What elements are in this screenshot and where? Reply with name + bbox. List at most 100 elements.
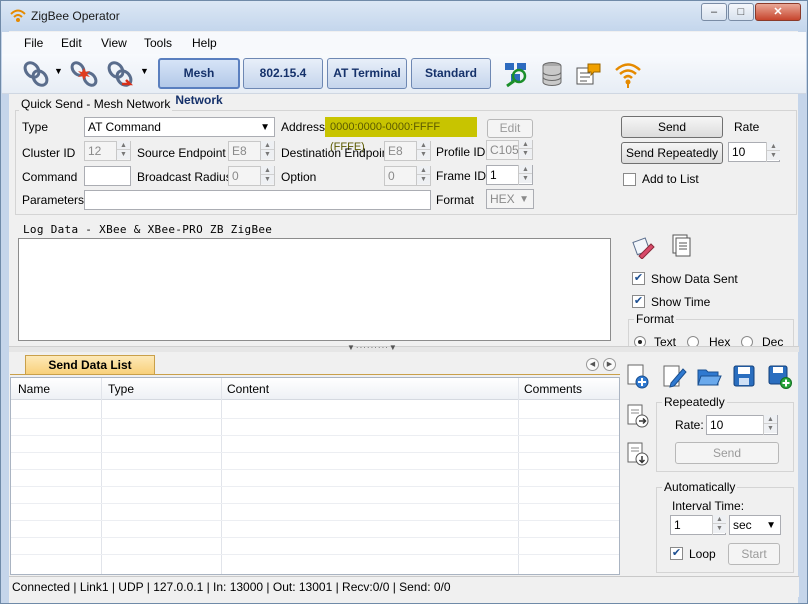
rate-label: Rate — [734, 120, 760, 134]
log-title: Log Data - XBee & XBee-PRO ZB ZigBee — [23, 223, 273, 236]
status-bar: Connected | Link1 | UDP | 127.0.0.1 | In… — [9, 576, 799, 597]
spin-down-icon[interactable]: ▼ — [767, 151, 780, 160]
destination-endpoint-stepper[interactable]: ▲ ▼ — [416, 141, 430, 161]
source-endpoint-stepper[interactable]: ▲ ▼ — [260, 141, 274, 161]
send-button[interactable]: Send — [621, 116, 723, 138]
menu-help[interactable]: Help — [192, 36, 217, 50]
mode-at-terminal-button[interactable]: AT Terminal — [327, 58, 407, 89]
maximize-button[interactable]: □ — [728, 3, 754, 21]
profile-id-stepper[interactable]: ▲ ▼ — [518, 140, 532, 160]
cluster-id-label: Cluster ID — [22, 146, 76, 160]
window-frame-right — [798, 31, 807, 603]
command-input[interactable] — [84, 166, 131, 186]
add-to-list-checkbox[interactable] — [623, 173, 636, 186]
destination-endpoint-label: Destination Endpoint — [281, 146, 392, 160]
add-item-icon[interactable] — [625, 363, 651, 389]
spin-down-icon[interactable]: ▼ — [764, 424, 777, 433]
format-select[interactable]: HEX ▼ — [486, 189, 534, 209]
mode-mesh-network-button[interactable]: Mesh Network — [158, 58, 240, 107]
spin-up-icon[interactable]: ▲ — [764, 415, 777, 424]
connect-dropdown-icon[interactable]: ▼ — [54, 66, 63, 76]
import-item-icon[interactable] — [625, 441, 651, 467]
show-time-checkbox[interactable]: ✔ — [632, 295, 645, 308]
spin-down-icon[interactable]: ▼ — [261, 150, 274, 159]
cluster-id-value: 12 — [88, 144, 102, 158]
app-window: ZigBee Operator – □ ✕ File Edit View Too… — [0, 0, 808, 604]
log-format-title: Format — [634, 312, 677, 326]
mode-standard-button[interactable]: Standard — [411, 58, 491, 89]
disconnect-icon[interactable] — [70, 60, 98, 88]
minimize-button[interactable]: – — [701, 3, 727, 21]
option-stepper[interactable]: ▲ ▼ — [416, 166, 430, 186]
log-data-area[interactable] — [18, 238, 611, 341]
toolbar: ▼ ▼ Mesh Network 802.15.4 AT Terminal St… — [2, 54, 806, 107]
network-scan-icon[interactable] — [502, 60, 530, 88]
column-comments[interactable]: Comments — [524, 382, 582, 396]
start-button[interactable]: Start — [728, 543, 780, 565]
broadcast-radius-stepper[interactable]: ▲ ▼ — [260, 166, 274, 186]
interval-stepper[interactable]: ▲ ▼ — [712, 515, 726, 535]
menu-edit[interactable]: Edit — [61, 36, 82, 50]
parameters-input[interactable] — [84, 190, 431, 210]
column-name[interactable]: Name — [18, 382, 50, 396]
tab-send-data-list[interactable]: Send Data List — [25, 355, 155, 375]
spin-down-icon[interactable]: ▼ — [713, 524, 726, 533]
cluster-id-stepper[interactable]: ▲ ▼ — [116, 141, 130, 161]
save-log-icon[interactable] — [669, 233, 693, 257]
tab-scroll-right-icon[interactable]: ▶ — [603, 358, 616, 371]
mode-802154-button[interactable]: 802.15.4 — [243, 58, 323, 89]
rate-stepper[interactable]: ▲ ▼ — [766, 142, 780, 162]
splitter-grip-icon[interactable]: ▼·········▼ — [347, 343, 398, 352]
column-type[interactable]: Type — [108, 382, 134, 396]
spin-down-icon[interactable]: ▼ — [117, 150, 130, 159]
xbee-config-icon[interactable] — [574, 60, 602, 88]
spin-up-icon[interactable]: ▲ — [417, 166, 430, 175]
spin-up-icon[interactable]: ▲ — [519, 165, 532, 174]
send-repeatedly-button[interactable]: Send Repeatedly — [621, 142, 723, 164]
show-data-sent-checkbox[interactable]: ✔ — [632, 272, 645, 285]
save-as-icon[interactable] — [767, 363, 793, 389]
spin-up-icon[interactable]: ▲ — [519, 140, 532, 149]
chevron-down-icon: ▼ — [766, 520, 776, 531]
reconnect-icon[interactable] — [106, 60, 134, 88]
spin-down-icon[interactable]: ▼ — [417, 150, 430, 159]
edit-item-icon[interactable] — [661, 363, 687, 389]
open-folder-icon[interactable] — [696, 363, 722, 389]
spin-down-icon[interactable]: ▼ — [519, 174, 532, 183]
send-item-icon[interactable] — [625, 403, 651, 429]
frame-id-stepper[interactable]: ▲ ▼ — [518, 165, 532, 185]
address-field[interactable]: 0000:0000-0000:FFFF (FFFE) — [325, 117, 477, 153]
spin-up-icon[interactable]: ▲ — [713, 515, 726, 524]
spin-up-icon[interactable]: ▲ — [417, 141, 430, 150]
spin-up-icon[interactable]: ▲ — [767, 142, 780, 151]
type-select[interactable]: AT Command ▼ — [84, 117, 275, 137]
database-icon[interactable] — [538, 60, 566, 88]
edit-address-button[interactable]: Edit — [487, 119, 533, 138]
save-list-icon[interactable] — [731, 363, 757, 389]
chevron-down-icon: ▼ — [260, 122, 270, 133]
panel-splitter[interactable]: ▼·········▼ — [9, 343, 799, 352]
spin-up-icon[interactable]: ▲ — [117, 141, 130, 150]
xbee-wifi-icon[interactable] — [614, 60, 642, 88]
clear-log-icon[interactable] — [631, 235, 655, 259]
spin-up-icon[interactable]: ▲ — [261, 166, 274, 175]
spin-down-icon[interactable]: ▼ — [519, 149, 532, 158]
column-content[interactable]: Content — [227, 382, 269, 396]
reconnect-dropdown-icon[interactable]: ▼ — [140, 66, 149, 76]
menu-file[interactable]: File — [24, 36, 43, 50]
list-rate-label: Rate: — [675, 418, 704, 432]
frame-id-label: Frame ID — [436, 169, 487, 183]
connect-icon[interactable] — [22, 60, 50, 88]
interval-unit-select[interactable]: sec ▼ — [729, 515, 781, 535]
send-data-table[interactable]: Name Type Content Comments — [10, 377, 620, 575]
close-button[interactable]: ✕ — [755, 3, 801, 21]
list-send-button[interactable]: Send — [675, 442, 779, 464]
spin-down-icon[interactable]: ▼ — [417, 175, 430, 184]
list-rate-stepper[interactable]: ▲ ▼ — [763, 415, 777, 435]
loop-checkbox[interactable]: ✔ — [670, 547, 683, 560]
spin-up-icon[interactable]: ▲ — [261, 141, 274, 150]
menu-tools[interactable]: Tools — [144, 36, 172, 50]
menu-view[interactable]: View — [101, 36, 127, 50]
spin-down-icon[interactable]: ▼ — [261, 175, 274, 184]
tab-scroll-left-icon[interactable]: ◀ — [586, 358, 599, 371]
